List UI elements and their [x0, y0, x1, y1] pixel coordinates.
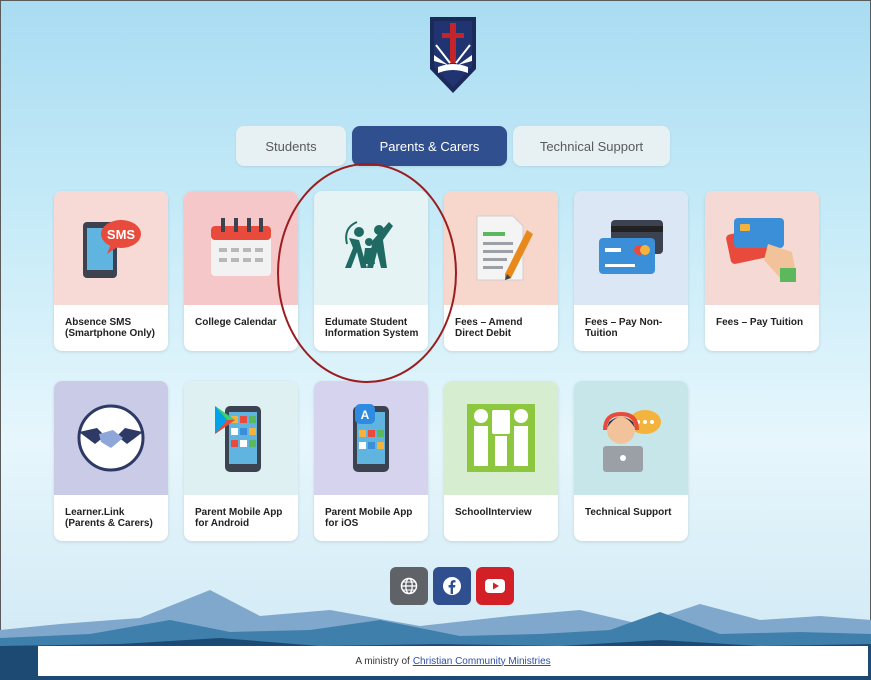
tile-label: Parent Mobile App for iOS: [325, 507, 413, 529]
handshake-icon: [54, 381, 168, 495]
tile-fees-amend-direct-debit[interactable]: Fees – Amend Direct Debit: [444, 191, 558, 351]
tile-parent-app-android[interactable]: Parent Mobile App for Android: [184, 381, 298, 541]
tile-label: Fees – Amend Direct Debit: [455, 317, 523, 339]
tile-label: Fees – Pay Non-Tuition: [585, 317, 663, 339]
tab-parents-carers[interactable]: Parents & Carers: [352, 126, 507, 166]
website-button[interactable]: [390, 567, 428, 605]
tile-label: Learner.Link (Parents & Carers): [65, 507, 153, 529]
tab-technical-support[interactable]: Technical Support: [513, 126, 670, 166]
tab-students[interactable]: Students: [236, 126, 346, 166]
tile-label: College Calendar: [195, 317, 277, 328]
tile-college-calendar[interactable]: College Calendar: [184, 191, 298, 351]
schoolinterview-logo-icon: [444, 381, 558, 495]
globe-icon: [400, 577, 418, 595]
youtube-icon: [485, 579, 505, 593]
tile-label: Edumate Student Information System: [325, 317, 419, 339]
edumate-logo-icon: [314, 191, 428, 305]
tile-label: SchoolInterview: [455, 507, 532, 518]
facebook-icon: [443, 577, 461, 595]
sms-phone-icon: SMS: [54, 191, 168, 305]
youtube-button[interactable]: [476, 567, 514, 605]
tile-learner-link[interactable]: Learner.Link (Parents & Carers): [54, 381, 168, 541]
tile-technical-support[interactable]: Technical Support: [574, 381, 688, 541]
hand-card-icon: [705, 191, 819, 305]
credit-cards-icon: [574, 191, 688, 305]
tile-label: Absence SMS (Smartphone Only): [65, 317, 156, 339]
footer-link-christian-community-ministries[interactable]: Christian Community Ministries: [413, 656, 551, 667]
tile-schoolinterview[interactable]: SchoolInterview: [444, 381, 558, 541]
document-pen-icon: [444, 191, 558, 305]
tile-label: Technical Support: [585, 507, 672, 518]
svg-text:A: A: [361, 408, 370, 422]
school-logo-icon: [430, 17, 476, 93]
tile-parent-app-ios[interactable]: A Parent Mobile App for iOS: [314, 381, 428, 541]
facebook-button[interactable]: [433, 567, 471, 605]
svg-text:SMS: SMS: [107, 227, 136, 242]
calendar-icon: [184, 191, 298, 305]
footer-prefix: A ministry of: [355, 655, 410, 667]
tile-absence-sms[interactable]: SMS Absence SMS (Smartphone Only): [54, 191, 168, 351]
support-agent-icon: [574, 381, 688, 495]
android-phone-icon: [184, 381, 298, 495]
audience-tabs: Students Parents & Carers Technical Supp…: [0, 126, 871, 166]
tile-edumate[interactable]: Edumate Student Information System: [314, 191, 428, 351]
ios-phone-icon: A: [314, 381, 428, 495]
tile-label: Fees – Pay Tuition: [716, 317, 804, 328]
tile-label: Parent Mobile App for Android: [195, 507, 283, 529]
footer: A ministry of Christian Community Minist…: [38, 646, 868, 676]
tile-fees-pay-non-tuition[interactable]: Fees – Pay Non-Tuition: [574, 191, 688, 351]
tile-fees-pay-tuition[interactable]: Fees – Pay Tuition: [705, 191, 819, 351]
